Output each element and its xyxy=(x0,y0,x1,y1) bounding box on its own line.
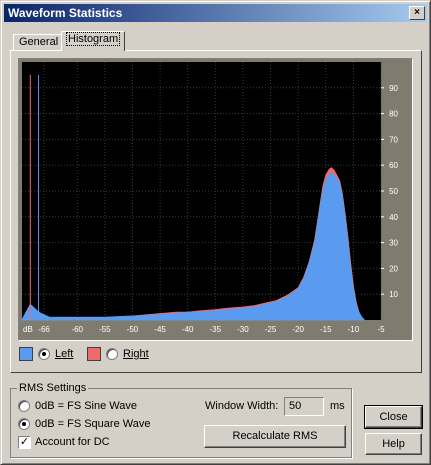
tab-histogram-label: Histogram xyxy=(65,32,121,46)
y-tick-label: 40 xyxy=(389,213,398,222)
left-channel-label: Left xyxy=(55,348,74,360)
right-color-swatch[interactable] xyxy=(87,347,101,361)
help-button[interactable]: Help xyxy=(365,433,422,455)
window-width-label: Window Width: xyxy=(205,400,279,412)
window-width-input[interactable]: 50 xyxy=(284,397,324,416)
sine-wave-radio[interactable] xyxy=(18,400,30,412)
close-button[interactable]: Close xyxy=(364,405,423,429)
title-bar[interactable]: Waveform Statistics × xyxy=(4,4,427,22)
y-tick-label: 80 xyxy=(389,110,398,119)
account-for-dc-checkbox[interactable]: ✓ xyxy=(18,436,31,449)
rms-settings-title: RMS Settings xyxy=(17,382,89,394)
y-tick-label: 20 xyxy=(389,264,398,273)
x-tick-label: -30 xyxy=(237,325,249,334)
tab-general[interactable]: General xyxy=(13,34,65,51)
x-tick-label: -40 xyxy=(182,325,194,334)
right-channel-radio[interactable] xyxy=(106,348,118,360)
account-for-dc-label: Account for DC xyxy=(35,436,110,448)
y-tick-label: 50 xyxy=(389,187,398,196)
sine-wave-label: 0dB = FS Sine Wave xyxy=(35,400,138,412)
square-wave-radio[interactable] xyxy=(18,418,30,430)
x-tick-label: -10 xyxy=(348,325,360,334)
x-tick-label: -50 xyxy=(127,325,139,334)
window-title: Waveform Statistics xyxy=(8,6,123,20)
x-tick-label: -25 xyxy=(265,325,277,334)
x-tick-label: -35 xyxy=(210,325,222,334)
recalculate-rms-button[interactable]: Recalculate RMS xyxy=(204,425,346,448)
x-axis-label: dB xyxy=(23,325,33,334)
right-channel-label: Right xyxy=(123,348,149,360)
left-channel-radio[interactable] xyxy=(38,348,50,360)
x-tick-label: -45 xyxy=(154,325,166,334)
x-tick-label: -55 xyxy=(99,325,111,334)
y-tick-label: 10 xyxy=(389,290,398,299)
x-tick-label: -5 xyxy=(377,325,385,334)
x-tick-label: -60 xyxy=(71,325,83,334)
y-tick-label: 30 xyxy=(389,239,398,248)
tab-histogram[interactable]: Histogram xyxy=(61,31,126,51)
histogram-svg: 10 20 30 40 50 60 70 80 90 dB -66 -60 -55 -50 -45 -40 -3… xyxy=(21,62,399,334)
left-color-swatch[interactable] xyxy=(19,347,33,361)
waveform-statistics-dialog: Waveform Statistics × General Histogram … xyxy=(0,0,431,465)
x-tick-label: -15 xyxy=(320,325,332,334)
x-tick-label: -66 xyxy=(38,325,50,334)
y-tick-label: 70 xyxy=(389,135,398,144)
x-tick-label: -20 xyxy=(292,325,304,334)
square-wave-label: 0dB = FS Square Wave xyxy=(35,418,151,430)
rms-settings-group: RMS Settings 0dB = FS Sine Wave 0dB = FS… xyxy=(10,382,352,458)
histogram-chart: 10 20 30 40 50 60 70 80 90 dB -66 -60 -55 -50 -45 -40 -3… xyxy=(18,58,413,341)
y-tick-label: 90 xyxy=(389,84,398,93)
window-width-unit: ms xyxy=(330,400,345,412)
close-icon[interactable]: × xyxy=(409,6,425,20)
tab-general-label: General xyxy=(19,36,59,48)
y-tick-label: 60 xyxy=(389,161,398,170)
